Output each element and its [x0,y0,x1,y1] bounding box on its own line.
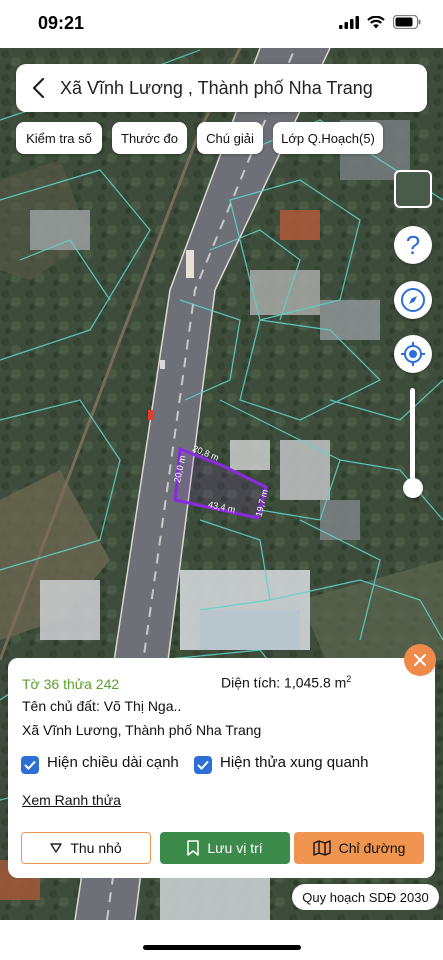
ruler-button[interactable]: Thước đo [112,122,187,154]
edge-length-checkbox[interactable] [21,756,39,774]
cellular-signal-icon [339,15,359,29]
location-header: Xã Vĩnh Lương , Thành phố Nha Trang [16,64,427,112]
my-location-button[interactable] [394,335,432,373]
checkmark-icon [24,760,36,770]
triangle-down-icon [50,843,63,853]
status-icons [339,15,421,29]
status-time: 09:21 [38,13,85,33]
neighbors-checkbox[interactable] [194,756,212,774]
sheet-parcel-number: Tờ 36 thửa 242 [22,676,120,692]
compass-button[interactable] [394,281,432,319]
planning-layer-button[interactable]: Lớp Q.Hoạch(5) [273,122,383,154]
parcel-address: Xã Vĩnh Lương, Thành phố Nha Trang [22,722,262,738]
home-indicator[interactable] [143,945,301,950]
home-bar-area [0,920,443,960]
area-value: Diện tích: 1,045.8 m2 [221,674,351,691]
save-location-label: Lưu vị trí [207,840,263,856]
zoom-slider-track[interactable] [410,388,415,488]
checkmark-icon [197,760,209,770]
neighbors-label[interactable]: Hiện thửa xung quanh [220,754,368,771]
chevron-left-icon [32,77,45,99]
crosshair-location-icon [401,342,425,366]
compass-icon [401,288,425,312]
battery-icon [393,15,421,29]
minimize-button[interactable]: Thu nhỏ [21,832,151,864]
back-button[interactable] [16,64,60,112]
map-layer-toggle[interactable] [394,170,432,208]
legend-button[interactable]: Chú giải [197,122,263,154]
area-unit-sup: 2 [346,674,352,684]
location-title: Xã Vĩnh Lương , Thành phố Nha Trang [60,77,373,98]
status-bar: 09:21 [0,0,443,48]
help-icon: ? [405,229,421,260]
close-panel-button[interactable] [404,644,436,676]
help-button[interactable]: ? [394,226,432,264]
close-icon [414,654,426,666]
area-text: Diện tích: 1,045.8 m [221,674,347,691]
directions-button[interactable]: Chỉ đường [294,832,424,864]
check-number-button[interactable]: Kiểm tra số [16,122,102,154]
map-icon [312,840,331,856]
view-boundary-link[interactable]: Xem Ranh thửa [22,792,121,808]
save-location-button[interactable]: Lưu vị trí [160,832,290,864]
edge-length-label[interactable]: Hiện chiều dài cạnh [47,754,179,771]
wifi-icon [367,15,385,28]
planning-year-badge[interactable]: Quy hoạch SDĐ 2030 [292,884,439,910]
zoom-slider-knob[interactable] [403,478,423,498]
minimize-label: Thu nhỏ [70,840,122,856]
directions-label: Chỉ đường [338,840,406,856]
owner-name: Tên chủ đất: Võ Thị Nga.. [22,698,182,714]
bookmark-icon [187,840,200,856]
